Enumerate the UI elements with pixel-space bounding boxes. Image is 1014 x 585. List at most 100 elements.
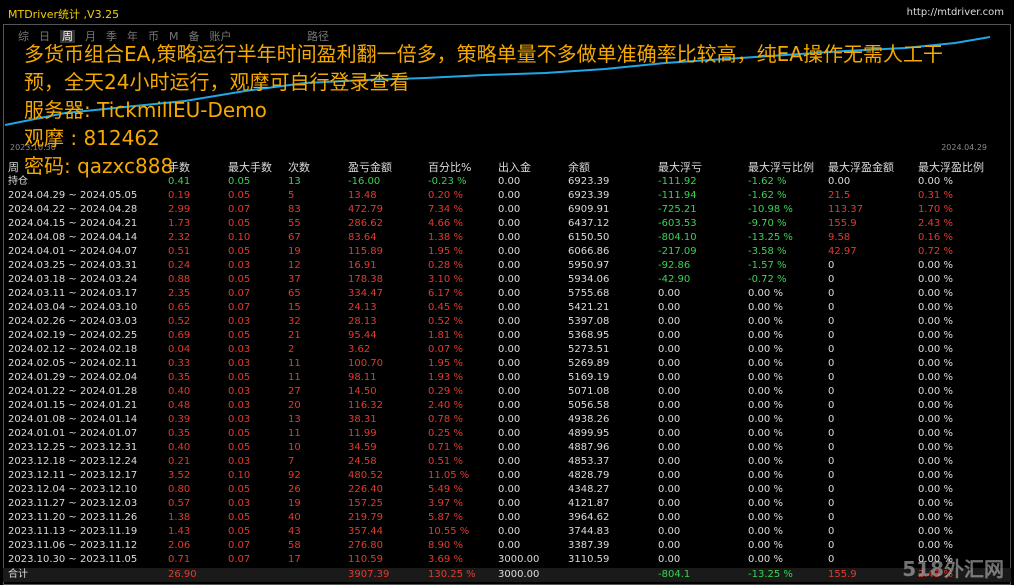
table-row[interactable]: 2023.11.27 ~ 2023.12.03 0.57 0.03 19 157.25 3…: [0, 497, 1014, 511]
table-cell: 0.00 %: [918, 274, 953, 285]
table-row[interactable]: 2023.10.30 ~ 2023.11.05 0.71 0.07 17 110.59 3…: [0, 553, 1014, 567]
table-cell: 11: [288, 358, 301, 369]
table-cell: 2023.11.20 ~ 2023.11.26: [8, 512, 138, 523]
table-row[interactable]: 2023.12.04 ~ 2023.12.10 0.80 0.05 26 226.40 5…: [0, 483, 1014, 497]
table-cell: 8.90 %: [428, 540, 463, 551]
promo-server: 服务器: TickmillEU-Demo: [24, 98, 267, 122]
table-row[interactable]: 2024.04.29 ~ 2024.05.05 0.19 0.05 5 13.48 0.2…: [0, 189, 1014, 203]
table-cell: 16.91: [348, 260, 377, 271]
table-row[interactable]: 2024.03.18 ~ 2024.03.24 0.88 0.05 37 178.38 3…: [0, 273, 1014, 287]
table-cell: 0.31 %: [918, 190, 953, 201]
table-cell: 0.00: [498, 358, 521, 369]
table-cell: 0: [828, 386, 835, 397]
table-cell: 0.00 %: [918, 344, 953, 355]
table-row[interactable]: 2023.11.06 ~ 2023.11.12 2.06 0.07 58 276.80 8…: [0, 539, 1014, 553]
table-cell: 2024.01.08 ~ 2024.01.14: [8, 414, 138, 425]
table-cell: 157.25: [348, 498, 383, 509]
table-cell: 55: [288, 218, 301, 229]
table-cell: 13: [288, 414, 301, 425]
table-cell: 6923.39: [568, 190, 610, 201]
table-cell: 0: [828, 274, 835, 285]
table-cell: 5269.89: [568, 358, 610, 369]
table-cell: -10.98 %: [748, 204, 793, 215]
table-cell: 3387.39: [568, 540, 610, 551]
table-cell: 0.00: [498, 512, 521, 523]
table-cell: 6150.50: [568, 232, 610, 243]
table-cell: 6066.86: [568, 246, 610, 257]
table-cell: 0.00 %: [748, 386, 783, 397]
table-cell: 15: [288, 302, 301, 313]
table-cell: -1.62 %: [748, 190, 787, 201]
table-cell: 2024.03.11 ~ 2024.03.17: [8, 288, 138, 299]
table-cell: 2024.02.26 ~ 2024.03.03: [8, 316, 138, 327]
table-cell: 0.88: [168, 274, 191, 285]
table-row[interactable]: 2024.04.01 ~ 2024.04.07 0.51 0.05 19 115.89 1…: [0, 245, 1014, 259]
table-row[interactable]: 2024.01.15 ~ 2024.01.21 0.48 0.03 20 116.32 2…: [0, 399, 1014, 413]
table-cell: 0.00: [498, 316, 521, 327]
table-cell: 2024.04.22 ~ 2024.04.28: [8, 204, 138, 215]
table-row[interactable]: 2024.01.01 ~ 2024.01.07 0.35 0.05 11 11.99 0.…: [0, 427, 1014, 441]
table-cell: 7.34 %: [428, 204, 463, 215]
table-cell: 0.00: [498, 344, 521, 355]
table-cell: 100.70: [348, 358, 383, 369]
table-cell: 3.10 %: [428, 274, 463, 285]
table-row[interactable]: 2024.04.08 ~ 2024.04.14 2.32 0.10 67 83.64 1.…: [0, 231, 1014, 245]
table-cell: 0.00: [658, 498, 681, 509]
table-row[interactable]: 2023.11.20 ~ 2023.11.26 1.38 0.05 40 219.79 5…: [0, 511, 1014, 525]
table-cell: 9.58: [828, 232, 851, 243]
table-cell: 2024.04.29 ~ 2024.05.05: [8, 190, 138, 201]
table-cell: -804.10: [658, 232, 697, 243]
table-row[interactable]: 2024.04.15 ~ 2024.04.21 1.73 0.05 55 286.62 4…: [0, 217, 1014, 231]
table-row[interactable]: 2024.02.26 ~ 2024.03.03 0.52 0.03 32 28.13 0.…: [0, 315, 1014, 329]
table-row[interactable]: 2023.12.11 ~ 2023.12.17 3.52 0.10 92 480.52 1…: [0, 469, 1014, 483]
table-row[interactable]: 2024.01.22 ~ 2024.01.28 0.40 0.03 27 14.50 0.…: [0, 385, 1014, 399]
table-row[interactable]: 2023.12.25 ~ 2023.12.31 0.40 0.05 10 34.59 0.…: [0, 441, 1014, 455]
table-cell: 2024.01.15 ~ 2024.01.21: [8, 400, 138, 411]
table-cell: 0: [828, 484, 835, 495]
table-row[interactable]: 2023.12.18 ~ 2023.12.24 0.21 0.03 7 24.58 0.5…: [0, 455, 1014, 469]
table-row[interactable]: 2024.03.25 ~ 2024.03.31 0.24 0.03 12 16.91 0.…: [0, 259, 1014, 273]
table-cell: 0.00 %: [748, 540, 783, 551]
table-row[interactable]: 2024.01.29 ~ 2024.02.04 0.35 0.05 11 98.11 1.…: [0, 371, 1014, 385]
promo-line-2: 预，全天24小时运行，观摩可自行登录查看: [24, 70, 410, 94]
table-cell: 28.13: [348, 316, 377, 327]
table-cell: 116.32: [348, 400, 383, 411]
table-row[interactable]: 2024.04.22 ~ 2024.04.28 2.99 0.07 83 472.79 7…: [0, 203, 1014, 217]
table-cell: -42.90: [658, 274, 691, 285]
table-cell: 0.00: [658, 414, 681, 425]
table-cell: 0.00: [498, 190, 521, 201]
table-cell: 3110.59: [568, 554, 610, 565]
table-row[interactable]: 2024.03.11 ~ 2024.03.17 2.35 0.07 65 334.47 6…: [0, 287, 1014, 301]
table-cell: 0.05: [228, 442, 251, 453]
table-cell: 34.59: [348, 442, 377, 453]
website-link[interactable]: http://mtdriver.com: [907, 7, 1004, 18]
table-cell: 0.52 %: [428, 316, 463, 327]
table-row[interactable]: 2024.02.19 ~ 2024.02.25 0.69 0.05 21 95.44 1.…: [0, 329, 1014, 343]
table-cell: 0.05: [228, 190, 251, 201]
column-header[interactable]: 周: [8, 161, 19, 175]
table-cell: 0.00 %: [918, 470, 953, 481]
table-row[interactable]: 2024.02.05 ~ 2024.02.11 0.33 0.03 11 100.70 1…: [0, 357, 1014, 371]
table-cell: 0.00: [658, 330, 681, 341]
table-cell: 1.93 %: [428, 372, 463, 383]
table-cell: 2023.11.13 ~ 2023.11.19: [8, 526, 138, 537]
table-row[interactable]: 2023.11.13 ~ 2023.11.19 1.43 0.05 43 357.44 1…: [0, 525, 1014, 539]
table-cell: 7: [288, 456, 295, 467]
table-cell: 0.25 %: [428, 428, 463, 439]
table-cell: 0.00: [658, 316, 681, 327]
table-cell: 0.57: [168, 498, 191, 509]
table-row[interactable]: 2024.03.04 ~ 2024.03.10 0.65 0.07 15 24.13 0.…: [0, 301, 1014, 315]
table-row[interactable]: 2024.02.12 ~ 2024.02.18 0.04 0.03 2 3.62 0.07…: [0, 343, 1014, 357]
table-cell: 21: [288, 330, 301, 341]
table-cell: 0.00: [498, 498, 521, 509]
table-cell: 2024.01.22 ~ 2024.01.28: [8, 386, 138, 397]
table-cell: 0.03: [228, 344, 251, 355]
table-cell: 38.31: [348, 414, 377, 425]
table-cell: 0.00 %: [918, 428, 953, 439]
table-cell: 11.05 %: [428, 470, 470, 481]
table-cell: 0.00: [498, 330, 521, 341]
table-cell: 0.00 %: [918, 414, 953, 425]
table-cell: 0.00: [658, 456, 681, 467]
table-row[interactable]: 2024.01.08 ~ 2024.01.14 0.39 0.03 13 38.31 0.…: [0, 413, 1014, 427]
table-cell: 0.52: [168, 316, 191, 327]
